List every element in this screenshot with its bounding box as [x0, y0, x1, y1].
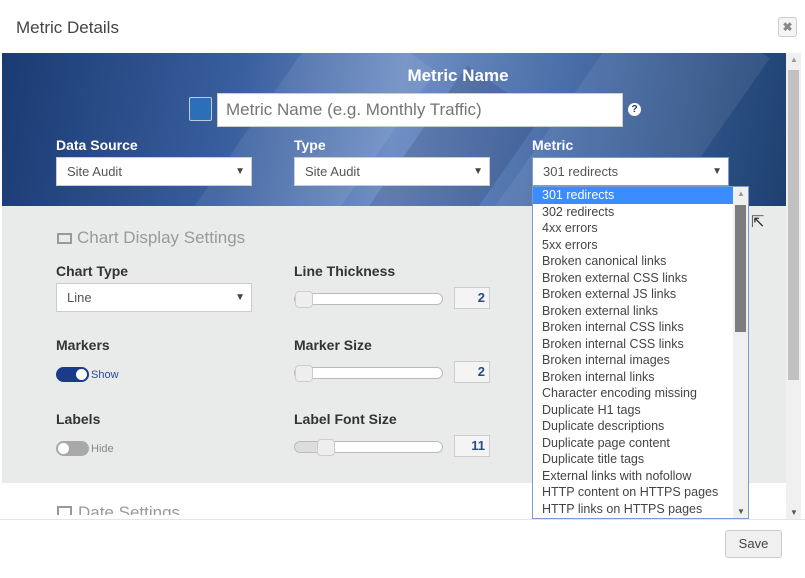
type-select[interactable]: Site Audit ▼: [294, 157, 490, 186]
chevron-down-icon: ▼: [712, 166, 722, 177]
line-thickness-value[interactable]: 2: [454, 287, 490, 309]
metric-option[interactable]: Duplicate descriptions: [533, 418, 733, 435]
chart-type-select[interactable]: Line ▼: [56, 283, 252, 312]
data-source-value: Site Audit: [67, 164, 122, 179]
labels-label: Labels: [56, 411, 101, 427]
save-button[interactable]: Save: [725, 530, 782, 558]
slider-handle[interactable]: [317, 439, 335, 456]
chart-type-label: Chart Type: [56, 263, 129, 279]
metric-option[interactable]: Broken external JS links: [533, 286, 733, 303]
metric-option[interactable]: Broken internal CSS links: [533, 319, 733, 336]
chevron-down-icon: ▼: [235, 292, 245, 303]
metric-option[interactable]: Duplicate H1 tags: [533, 402, 733, 419]
toggle-knob: [58, 443, 69, 454]
chart-type-value: Line: [67, 290, 92, 305]
scroll-down-icon[interactable]: ▼: [737, 507, 745, 516]
markers-state: Show: [91, 369, 119, 381]
marker-size-value[interactable]: 2: [454, 361, 490, 383]
metric-option[interactable]: Duplicate title tags: [533, 451, 733, 468]
modal-scrollbar-thumb[interactable]: [788, 70, 799, 380]
metric-option[interactable]: 302 redirects: [533, 204, 733, 221]
metric-label: Metric: [532, 137, 574, 153]
dropdown-scrollbar[interactable]: ▲ ▼: [733, 187, 748, 518]
metric-value: 301 redirects: [543, 164, 619, 179]
close-button[interactable]: ✖: [778, 17, 797, 37]
metric-option[interactable]: External links with nofollow: [533, 468, 733, 485]
metric-option[interactable]: Broken internal images: [533, 352, 733, 369]
close-icon: ✖: [782, 20, 793, 34]
markers-toggle[interactable]: [56, 367, 89, 382]
metric-option[interactable]: Broken canonical links: [533, 253, 733, 270]
metric-option[interactable]: Broken external CSS links: [533, 270, 733, 287]
footer-divider: [0, 519, 805, 520]
scroll-up-icon[interactable]: ▲: [790, 55, 798, 64]
label-font-size-value[interactable]: 11: [454, 435, 490, 457]
scroll-down-icon[interactable]: ▼: [790, 508, 798, 517]
heading-text: Chart Display Settings: [77, 228, 246, 247]
type-label: Type: [294, 137, 326, 153]
metric-option[interactable]: Character encoding missing: [533, 385, 733, 402]
metric-option[interactable]: 301 redirects: [533, 187, 733, 204]
date-settings-heading: Date Settings: [57, 503, 180, 515]
metric-option[interactable]: Duplicate page content: [533, 435, 733, 452]
heading-text: Date Settings: [78, 503, 181, 515]
markers-label: Markers: [56, 337, 110, 353]
label-font-size-label: Label Font Size: [294, 411, 397, 427]
line-thickness-slider[interactable]: [294, 291, 443, 308]
help-icon[interactable]: ?: [628, 103, 641, 116]
labels-toggle[interactable]: [56, 441, 89, 456]
dropdown-scrollbar-thumb[interactable]: [735, 205, 746, 332]
chevron-down-icon: ▼: [473, 166, 483, 177]
calendar-icon: [57, 506, 72, 515]
monitor-icon: [57, 233, 72, 244]
mouse-cursor-icon: ⇱: [751, 214, 765, 231]
type-value: Site Audit: [305, 164, 360, 179]
modal-title: Metric Details: [16, 18, 119, 37]
scroll-up-icon[interactable]: ▲: [737, 189, 745, 198]
metric-name-input[interactable]: [217, 93, 623, 127]
color-picker[interactable]: [189, 97, 212, 121]
chevron-down-icon: ▼: [235, 166, 245, 177]
marker-size-slider[interactable]: [294, 365, 443, 382]
metric-dropdown-list[interactable]: 301 redirects 302 redirects 4xx errors 5xx …: [532, 186, 749, 519]
metric-option[interactable]: HTTP content on HTTPS pages: [533, 484, 733, 501]
metric-select[interactable]: 301 redirects ▼: [532, 157, 729, 186]
labels-state: Hide: [91, 443, 114, 455]
metric-option[interactable]: Broken internal links: [533, 369, 733, 386]
data-source-label: Data Source: [56, 137, 138, 153]
metric-option[interactable]: 4xx errors: [533, 220, 733, 237]
line-thickness-label: Line Thickness: [294, 263, 396, 279]
slider-handle[interactable]: [295, 365, 313, 382]
marker-size-label: Marker Size: [294, 337, 372, 353]
data-source-select[interactable]: Site Audit ▼: [56, 157, 252, 186]
metric-option[interactable]: 5xx errors: [533, 237, 733, 254]
metric-option[interactable]: HTTP links on HTTPS pages: [533, 501, 733, 518]
toggle-knob: [76, 369, 87, 380]
label-font-size-slider[interactable]: [294, 439, 443, 456]
chart-display-settings-heading: Chart Display Settings: [57, 228, 245, 248]
metric-option[interactable]: Broken internal CSS links: [533, 336, 733, 353]
metric-option[interactable]: Broken external links: [533, 303, 733, 320]
metric-name-label: Metric Name: [407, 66, 509, 85]
slider-handle[interactable]: [295, 291, 313, 308]
